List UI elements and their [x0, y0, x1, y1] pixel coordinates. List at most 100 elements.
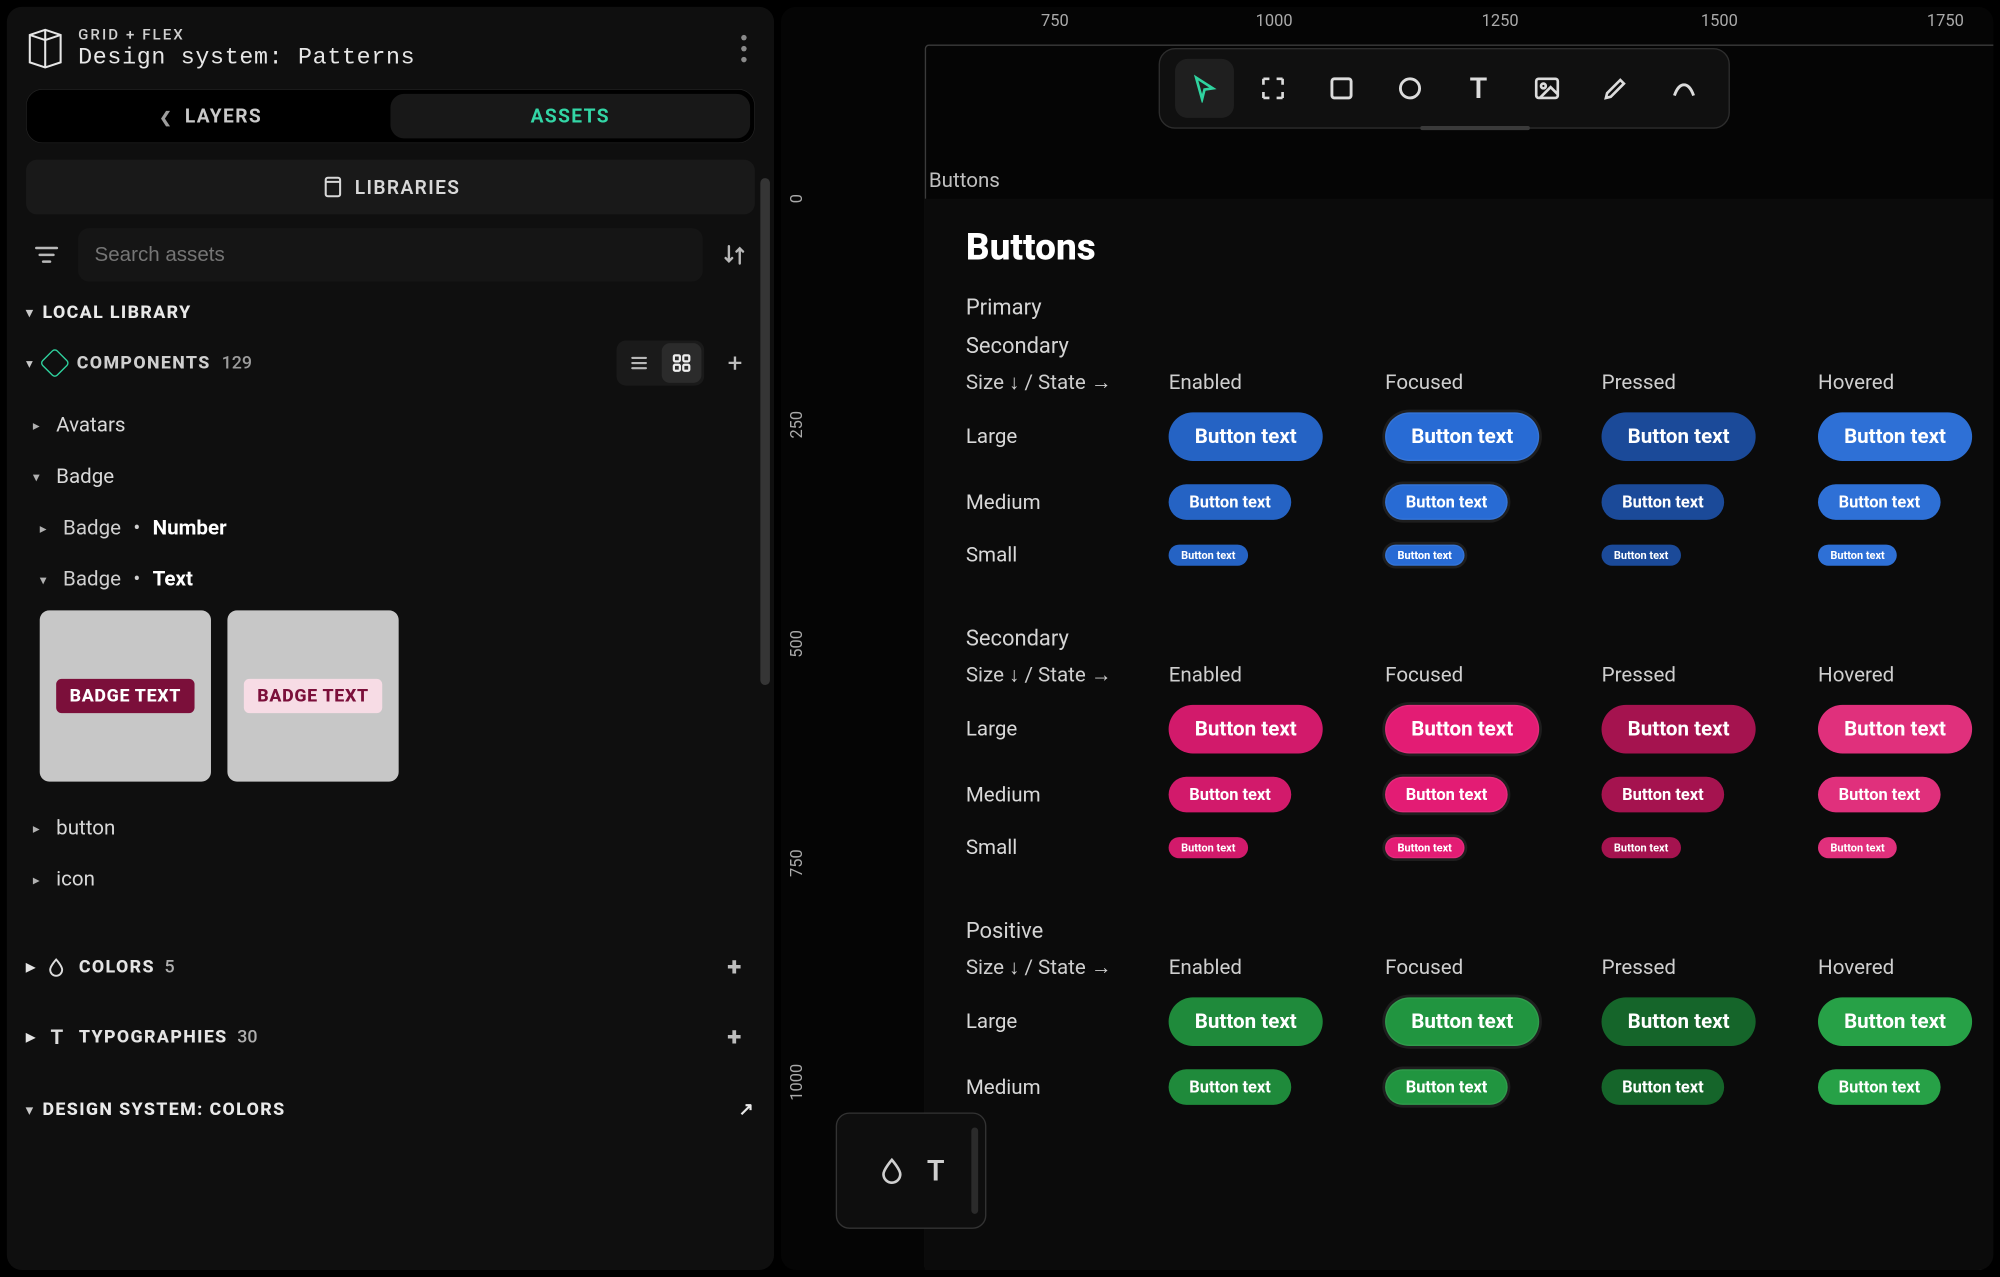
droplet-icon — [46, 957, 69, 978]
tool-image[interactable] — [1518, 59, 1577, 118]
sample-button[interactable]: Button text — [1385, 412, 1539, 461]
tree-item-avatars[interactable]: ▸ Avatars — [26, 399, 755, 450]
size-label: Medium — [966, 1075, 1169, 1099]
chevron-down-icon: ▾ — [26, 1101, 34, 1117]
sample-button[interactable]: Button text — [1169, 484, 1292, 520]
sample-button[interactable]: Button text — [1818, 545, 1897, 566]
external-link-icon[interactable]: ↗ — [739, 1099, 755, 1120]
sample-button[interactable]: Button text — [1818, 837, 1897, 858]
tool-rectangle[interactable] — [1312, 59, 1371, 118]
tool-pen[interactable] — [1586, 59, 1645, 118]
section-local-library[interactable]: ▾ LOCAL LIBRARY — [26, 302, 755, 323]
badge-preview-light[interactable]: BADGE TEXT — [227, 610, 398, 781]
badge-preview-dark[interactable]: BADGE TEXT — [40, 610, 211, 781]
button-cell: Button text — [1169, 777, 1385, 813]
button-row: LargeButton textButton textButton textBu… — [966, 412, 1994, 461]
tool-curve[interactable] — [1655, 59, 1714, 118]
sample-button[interactable]: Button text — [1602, 1069, 1725, 1105]
badge-text-dark: BADGE TEXT — [56, 679, 195, 713]
mini-scrollbar[interactable] — [971, 1128, 978, 1214]
sample-button[interactable]: Button text — [1169, 1069, 1292, 1105]
tree-item-badge[interactable]: ▾ Badge — [26, 451, 755, 502]
sample-button[interactable]: Button text — [1602, 997, 1756, 1046]
chevron-down-icon[interactable]: ▾ — [26, 355, 33, 371]
add-typography-button[interactable]: + — [715, 1017, 755, 1057]
button-row: MediumButton textButton textButton textB… — [966, 777, 1994, 813]
droplet-icon[interactable] — [878, 1156, 907, 1185]
sample-button[interactable]: Button text — [1385, 997, 1539, 1046]
sample-button[interactable]: Button text — [1602, 837, 1681, 858]
section-design-system-colors[interactable]: ▾ DESIGN SYSTEM: COLORS ↗ — [26, 1099, 755, 1120]
button-cell: Button text — [1169, 997, 1385, 1046]
libraries-button[interactable]: LIBRARIES — [26, 160, 755, 215]
filter-icon[interactable] — [26, 231, 67, 279]
sample-button[interactable]: Button text — [1385, 1069, 1508, 1105]
tool-ellipse[interactable] — [1381, 59, 1440, 118]
sample-button[interactable]: Button text — [1169, 545, 1248, 566]
sample-button[interactable]: Button text — [1818, 412, 1972, 461]
button-cell: Button text — [1818, 777, 1993, 813]
scrollbar-thumb[interactable] — [760, 178, 770, 685]
state-col: Focused — [1385, 371, 1601, 395]
view-grid-button[interactable] — [662, 343, 702, 383]
state-col: Pressed — [1602, 956, 1818, 980]
tree-item-button[interactable]: ▸ button — [26, 802, 755, 853]
sample-button[interactable]: Button text — [1169, 997, 1323, 1046]
sample-button[interactable]: Button text — [1818, 484, 1941, 520]
tab-assets[interactable]: ASSETS — [390, 94, 750, 139]
add-component-button[interactable]: + — [715, 343, 755, 383]
tool-text[interactable]: T — [1449, 59, 1508, 118]
add-color-button[interactable]: + — [715, 947, 755, 987]
sample-button[interactable]: Button text — [1602, 545, 1681, 566]
sample-button[interactable]: Button text — [1602, 412, 1756, 461]
button-cell: Button text — [1169, 837, 1385, 858]
search-input[interactable] — [78, 228, 703, 281]
sample-button[interactable]: Button text — [1169, 705, 1323, 754]
sample-button[interactable]: Button text — [1169, 777, 1292, 813]
sample-button[interactable]: Button text — [1818, 1069, 1941, 1105]
sample-button[interactable]: Button text — [1602, 484, 1725, 520]
size-label: Small — [966, 836, 1169, 860]
size-label: Large — [966, 717, 1169, 741]
chevron-right-icon: ▸ — [40, 520, 54, 536]
tree-item-icon[interactable]: ▸ icon — [26, 854, 755, 905]
panel-tabs: ❮ LAYERS ASSETS — [26, 89, 755, 143]
sample-button[interactable]: Button text — [1385, 777, 1508, 813]
sidebar-scrollbar[interactable] — [760, 178, 770, 849]
sample-button[interactable]: Button text — [1169, 837, 1248, 858]
button-cell: Button text — [1169, 545, 1385, 566]
size-state-label: Size ↓ / State → — [966, 956, 1169, 980]
sample-button[interactable]: Button text — [1818, 705, 1972, 754]
project-menu-button[interactable] — [732, 31, 757, 67]
sample-button[interactable]: Button text — [1602, 705, 1756, 754]
floating-mini-panel[interactable]: T — [836, 1112, 987, 1228]
sample-button[interactable]: Button text — [1385, 545, 1464, 566]
button-cell: Button text — [1602, 997, 1818, 1046]
frame-label[interactable]: Buttons — [929, 169, 1000, 193]
sample-button[interactable]: Button text — [1602, 777, 1725, 813]
tree-item-badge-number[interactable]: ▸ Badge Number — [26, 502, 755, 553]
button-row: LargeButton textButton textButton textBu… — [966, 705, 1994, 754]
sample-button[interactable]: Button text — [1385, 837, 1464, 858]
button-cell: Button text — [1818, 837, 1993, 858]
sample-button[interactable]: Button text — [1385, 484, 1508, 520]
tree-item-badge-text[interactable]: ▾ Badge Text — [26, 553, 755, 604]
tool-select[interactable] — [1175, 59, 1234, 118]
tab-layers[interactable]: ❮ LAYERS — [31, 94, 391, 139]
sample-button[interactable]: Button text — [1818, 777, 1941, 813]
sample-button[interactable]: Button text — [1169, 412, 1323, 461]
button-cell: Button text — [1385, 545, 1601, 566]
section-typographies[interactable]: ▸ T TYPOGRAPHIES 30 + — [26, 1002, 755, 1072]
button-cell: Button text — [1169, 484, 1385, 520]
sample-button[interactable]: Button text — [1818, 997, 1972, 1046]
size-state-label: Size ↓ / State → — [966, 371, 1169, 395]
sample-button[interactable]: Button text — [1385, 705, 1539, 754]
view-list-button[interactable] — [619, 343, 659, 383]
section-colors[interactable]: ▸ COLORS 5 + — [26, 932, 755, 1002]
text-icon[interactable]: T — [927, 1154, 945, 1188]
component-icon — [39, 348, 70, 379]
sort-icon[interactable] — [714, 231, 755, 279]
tool-frame[interactable] — [1244, 59, 1303, 118]
button-row: SmallButton textButton textButton textBu… — [966, 543, 1994, 567]
canvas[interactable]: 750 1000 1250 1500 1750 0 250 500 750 10… — [781, 7, 1993, 1270]
